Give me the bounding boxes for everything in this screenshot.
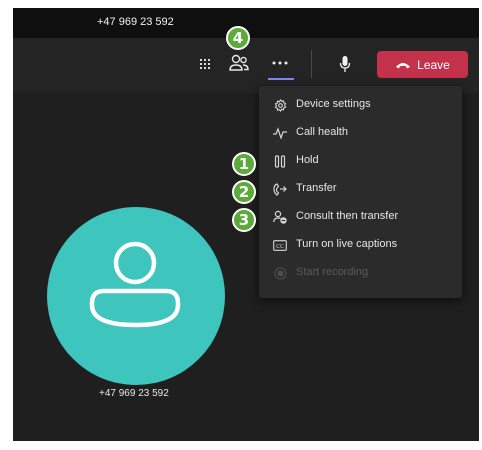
- menu-item-label: Device settings: [296, 98, 371, 110]
- menu-item-label: Consult then transfer: [296, 210, 399, 222]
- menu-item-label: Hold: [296, 154, 319, 166]
- people-button[interactable]: [227, 51, 251, 75]
- menu-item-hold[interactable]: Hold: [259, 147, 462, 175]
- menu-item-transfer[interactable]: Transfer: [259, 175, 462, 203]
- dialpad-button[interactable]: [195, 54, 215, 74]
- avatar: [47, 207, 225, 385]
- active-tab-indicator: [268, 78, 294, 80]
- hang-up-icon: [396, 62, 411, 68]
- more-options-menu: Device settings Call health Hold Transfe…: [259, 86, 462, 298]
- menu-item-label: Call health: [296, 126, 348, 138]
- dialpad-icon: [200, 59, 210, 69]
- captions-icon: CC: [273, 238, 287, 252]
- menu-item-live-captions[interactable]: CC Turn on live captions: [259, 231, 462, 259]
- menu-item-device-settings[interactable]: Device settings: [259, 91, 462, 119]
- caller-number: +47 969 23 592: [99, 388, 169, 399]
- menu-item-label: Start recording: [296, 266, 369, 278]
- annotation-badge: 1: [232, 152, 256, 176]
- menu-item-call-health[interactable]: Call health: [259, 119, 462, 147]
- consult-transfer-icon: [273, 210, 287, 224]
- pause-icon: [273, 154, 287, 168]
- annotation-badge: 3: [232, 208, 256, 232]
- microphone-icon: [339, 56, 351, 72]
- menu-item-consult-then-transfer[interactable]: Consult then transfer: [259, 203, 462, 231]
- pulse-icon: [273, 126, 287, 140]
- people-icon: [229, 54, 249, 71]
- gear-icon: [273, 98, 287, 112]
- transfer-icon: [273, 182, 287, 196]
- record-icon: [273, 266, 287, 280]
- leave-button[interactable]: Leave: [377, 51, 468, 78]
- menu-item-label: Transfer: [296, 182, 337, 194]
- person-icon: [89, 241, 181, 328]
- microphone-button[interactable]: [335, 52, 355, 76]
- annotation-badge: 4: [226, 26, 250, 50]
- annotation-badge: 2: [232, 180, 256, 204]
- ellipsis-icon: [272, 61, 288, 65]
- leave-label: Leave: [417, 57, 450, 72]
- toolbar-divider: [311, 50, 312, 78]
- menu-item-start-recording[interactable]: Start recording: [259, 259, 462, 287]
- svg-text:CC: CC: [276, 244, 284, 250]
- menu-item-label: Turn on live captions: [296, 238, 398, 250]
- more-options-button[interactable]: [267, 52, 293, 74]
- window-title: +47 969 23 592: [97, 16, 174, 28]
